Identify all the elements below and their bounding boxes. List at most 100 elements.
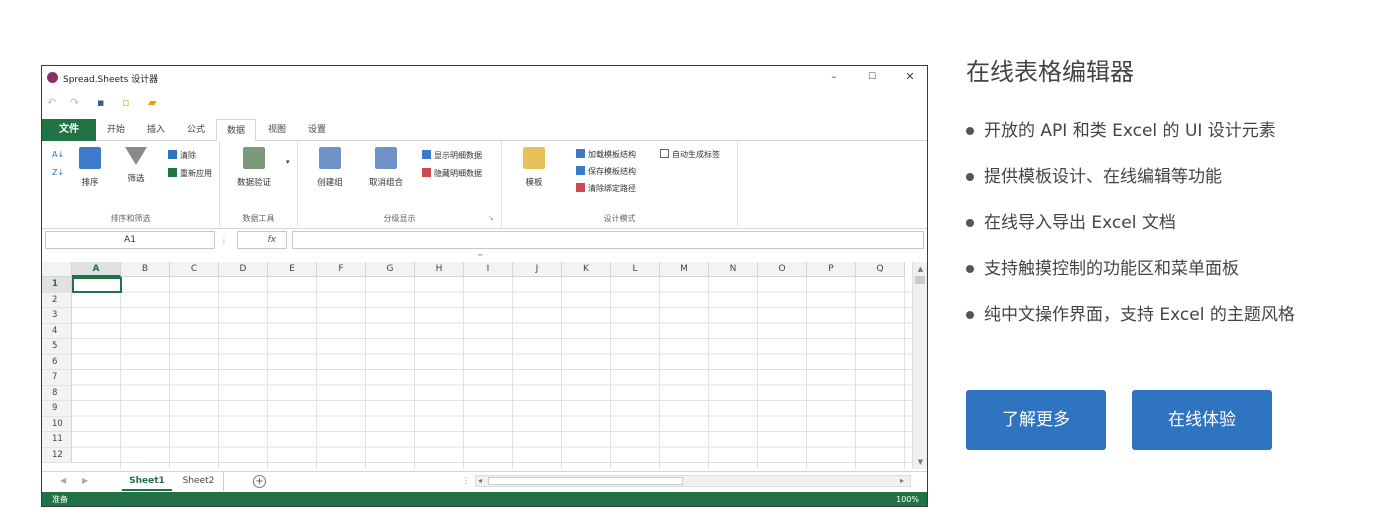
feature-item: 提供模板设计、在线编辑等功能: [966, 164, 1295, 210]
validation-dropdown-icon[interactable]: ▾: [286, 157, 290, 168]
save-schema-button[interactable]: 保存模板结构: [576, 166, 636, 177]
select-all-corner[interactable]: [42, 262, 72, 277]
ribbon-resize-handle[interactable]: ═: [478, 250, 482, 261]
column-header-j[interactable]: J: [513, 262, 562, 277]
column-header-c[interactable]: C: [170, 262, 219, 277]
column-header-n[interactable]: N: [709, 262, 758, 277]
scroll-left-icon[interactable]: ◂: [478, 476, 482, 485]
add-sheet-button[interactable]: +: [253, 475, 266, 488]
row-header-5[interactable]: 5: [42, 339, 72, 355]
prev-sheet-icon[interactable]: ◀: [60, 476, 66, 485]
redo-icon[interactable]: ↷: [70, 96, 79, 110]
load-schema-button[interactable]: 加载模板结构: [576, 149, 636, 160]
vertical-scroll-thumb[interactable]: [915, 276, 925, 284]
column-header-f[interactable]: F: [317, 262, 366, 277]
horizontal-scrollbar[interactable]: ◂ ▸: [475, 475, 911, 487]
new-icon[interactable]: ▫: [122, 96, 129, 110]
column-header-p[interactable]: P: [807, 262, 856, 277]
funnel-icon: [125, 147, 147, 165]
column-header-e[interactable]: E: [268, 262, 317, 277]
clear-filter-button[interactable]: 清除: [168, 150, 196, 161]
hide-detail-button[interactable]: 隐藏明细数据: [422, 168, 482, 179]
outline-dialog-launcher-icon[interactable]: ↘: [488, 213, 494, 224]
column-header-a[interactable]: A: [72, 262, 121, 277]
clear-binding-button[interactable]: 清除绑定路径: [576, 183, 636, 194]
row-header-4[interactable]: 4: [42, 323, 72, 339]
learn-more-button[interactable]: 了解更多: [966, 390, 1106, 450]
row-header-1[interactable]: 1: [42, 277, 72, 293]
name-box[interactable]: A1: [45, 231, 215, 249]
maximize-button[interactable]: ☐: [853, 68, 891, 86]
tab-file[interactable]: 文件: [42, 119, 96, 141]
show-detail-button[interactable]: 显示明细数据: [422, 150, 482, 161]
row-header-12[interactable]: 12: [42, 447, 72, 463]
save-icon[interactable]: ▪: [97, 96, 104, 110]
sort-desc-icon[interactable]: Z↓: [52, 167, 64, 178]
row-header-6[interactable]: 6: [42, 354, 72, 370]
sheet-tab-sheet2[interactable]: Sheet2: [174, 472, 224, 491]
data-tools-label: 数据工具: [242, 214, 275, 223]
status-bar: 准备 100%: [42, 492, 927, 506]
feature-item: 纯中文操作界面，支持 Excel 的主题风格: [966, 302, 1295, 348]
row-header-9[interactable]: 9: [42, 401, 72, 417]
column-header-k[interactable]: K: [562, 262, 611, 277]
template-button[interactable]: 模板: [516, 147, 552, 188]
tab-view[interactable]: 视图: [258, 119, 296, 141]
column-header-h[interactable]: H: [415, 262, 464, 277]
outline-label: 分级显示: [383, 214, 416, 223]
tab-home[interactable]: 开始: [97, 119, 135, 141]
column-header-b[interactable]: B: [121, 262, 170, 277]
row-header-11[interactable]: 11: [42, 432, 72, 448]
ungroup-button[interactable]: 取消组合: [362, 147, 410, 188]
filter-button[interactable]: 筛选: [118, 147, 154, 184]
formula-input[interactable]: [292, 231, 924, 249]
close-button[interactable]: ✕: [891, 68, 927, 86]
zoom-level[interactable]: 100%: [896, 492, 919, 506]
insert-function-button[interactable]: fx: [237, 231, 287, 249]
tab-splitter-handle[interactable]: ⋮: [462, 476, 470, 485]
open-icon[interactable]: ▰: [148, 96, 156, 110]
design-mode-label: 设计模式: [603, 214, 636, 223]
row-header-2[interactable]: 2: [42, 292, 72, 308]
next-sheet-icon[interactable]: ▶: [82, 476, 88, 485]
feature-list: 开放的 API 和类 Excel 的 UI 设计元素 提供模板设计、在线编辑等功…: [966, 118, 1295, 348]
vertical-scrollbar[interactable]: ▲ ▼: [912, 262, 927, 469]
column-header-g[interactable]: G: [366, 262, 415, 277]
sort-asc-icon[interactable]: A↓: [52, 149, 64, 160]
scroll-right-icon[interactable]: ▸: [900, 476, 904, 485]
status-ready: 准备: [52, 495, 68, 504]
show-detail-icon: [422, 150, 431, 159]
clear-filter-icon: [168, 150, 177, 159]
data-validation-button[interactable]: 数据验证: [228, 147, 280, 188]
formula-bar: A1 ⋮ fx: [42, 231, 927, 251]
tab-data[interactable]: 数据: [216, 119, 256, 142]
horizontal-scroll-thumb[interactable]: [488, 477, 683, 485]
tab-insert[interactable]: 插入: [137, 119, 175, 141]
column-header-i[interactable]: I: [464, 262, 513, 277]
row-header-8[interactable]: 8: [42, 385, 72, 401]
sheet-tab-sheet1[interactable]: Sheet1: [122, 472, 172, 491]
scroll-up-icon[interactable]: ▲: [913, 262, 927, 276]
undo-icon[interactable]: ↶: [47, 96, 56, 110]
row-header-7[interactable]: 7: [42, 370, 72, 386]
save-schema-icon: [576, 166, 585, 175]
cell-area[interactable]: [72, 277, 912, 469]
tab-settings[interactable]: 设置: [298, 119, 336, 141]
column-header-d[interactable]: D: [219, 262, 268, 277]
auto-label-checkbox[interactable]: 自动生成标签: [660, 149, 720, 160]
sort-button[interactable]: 排序: [72, 147, 108, 188]
minimize-button[interactable]: –: [815, 68, 853, 86]
try-online-button[interactable]: 在线体验: [1132, 390, 1272, 450]
row-header-3[interactable]: 3: [42, 308, 72, 324]
active-cell-a1[interactable]: [72, 277, 122, 293]
column-header-o[interactable]: O: [758, 262, 807, 277]
row-header-10[interactable]: 10: [42, 416, 72, 432]
group-button[interactable]: 创建组: [308, 147, 352, 188]
column-header-l[interactable]: L: [611, 262, 660, 277]
reapply-button[interactable]: 重新应用: [168, 168, 212, 179]
scroll-down-icon[interactable]: ▼: [913, 455, 927, 469]
spreadsheet-grid[interactable]: ABCDEFGHIJKLMNOPQ 1 2 3 4 5 6 7 8 9 10 11 12: [42, 262, 912, 469]
column-header-q[interactable]: Q: [856, 262, 905, 277]
tab-formulas[interactable]: 公式: [177, 119, 215, 141]
column-header-m[interactable]: M: [660, 262, 709, 277]
